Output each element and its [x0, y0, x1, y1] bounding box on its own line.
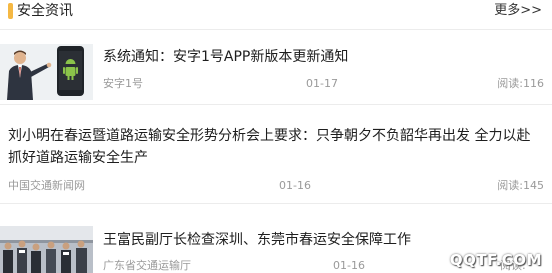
- more-link[interactable]: 更多>>: [494, 1, 542, 21]
- section-accent-bar: [8, 3, 13, 19]
- site-watermark: QQTF.COM: [449, 251, 542, 269]
- header-divider: [0, 29, 552, 30]
- article-reads: 阅读:145: [497, 179, 544, 192]
- article-title-line-1[interactable]: 刘小明在春运暨道路运输安全形势分析会上要求：只争朝夕不负韶华再出发 全力以赴: [8, 125, 530, 147]
- section-title: 安全资讯: [17, 3, 73, 19]
- article-title-line-2[interactable]: 抓好道路运输安全生产: [8, 147, 148, 169]
- inspection-photo-image: [0, 226, 93, 273]
- article-title[interactable]: 王富民副厅长检查深圳、东莞市春运安全保障工作: [103, 229, 411, 251]
- article-source: 安字1号: [103, 77, 143, 90]
- article-date: 01-16: [333, 259, 365, 272]
- article-thumbnail-inspection-photo[interactable]: [0, 226, 93, 273]
- article-title[interactable]: 系统通知：安字1号APP新版本更新通知: [103, 46, 348, 68]
- article-divider: [0, 104, 552, 105]
- android-presenter-image: [0, 44, 93, 100]
- article-source: 中国交通新闻网: [8, 179, 85, 192]
- article-source: 广东省交通运输厅: [103, 259, 191, 272]
- article-divider: [0, 203, 552, 204]
- article-date: 01-16: [279, 179, 311, 192]
- article-thumbnail-android-presenter[interactable]: [0, 44, 93, 100]
- article-date: 01-17: [306, 77, 338, 90]
- article-reads: 阅读:116: [497, 77, 544, 90]
- section-header: 安全资讯 更多>>: [0, 0, 552, 28]
